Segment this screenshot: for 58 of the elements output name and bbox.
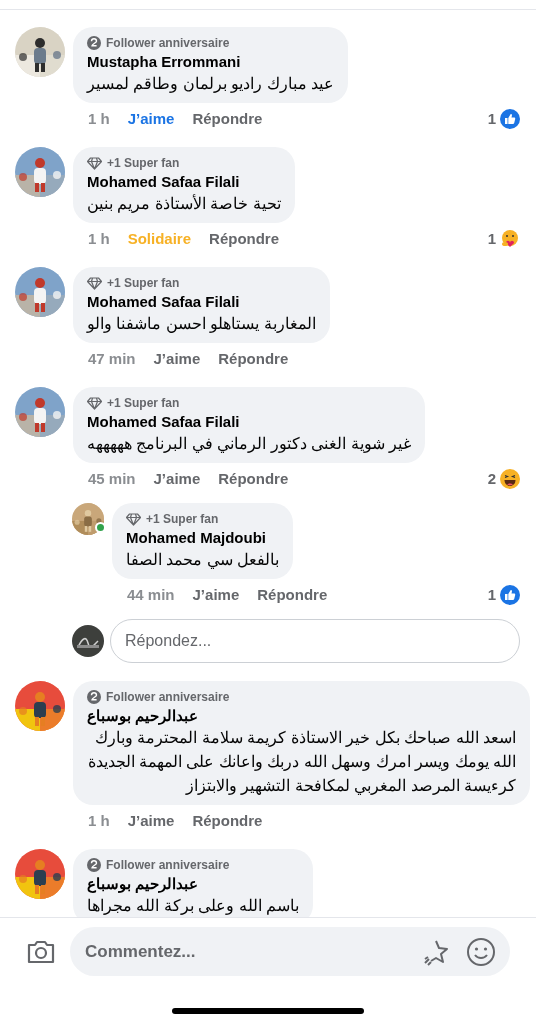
comment-text: عيد مبارك راديو برلمان وطاقم لمسير: [87, 74, 335, 95]
reply-button[interactable]: Répondre: [218, 349, 289, 369]
author-name[interactable]: Mohamed Safaa Filali: [87, 411, 240, 432]
comment-text: المغاربة يستاهلو احسن ماشفنا والو: [87, 314, 316, 335]
comment-time: 1 h: [88, 229, 110, 249]
reply-button[interactable]: Répondre: [257, 585, 328, 605]
author-name[interactable]: Mohamed Safaa Filali: [87, 171, 240, 192]
reply-button[interactable]: Répondre: [192, 109, 263, 129]
like-button[interactable]: J’aime: [127, 811, 175, 831]
laughing-emoji-icon: [500, 469, 520, 489]
badge-icon: [87, 858, 101, 872]
comment-text: باسم الله وعلى بركة الله مجراها: [87, 896, 300, 917]
hugging-emoji-icon: [500, 229, 520, 249]
like-button[interactable]: J’aime: [153, 349, 201, 369]
badge-label: +1 Super fan: [107, 155, 180, 171]
reaction-count: 1: [487, 228, 496, 249]
comment-field[interactable]: Commentez...: [70, 927, 510, 976]
badge-label: Follower anniversaire: [106, 857, 230, 873]
camera-icon[interactable]: [26, 938, 56, 965]
comment-text: اسعد الله صباحك بكل خير الاستاذة كريمة سلامة المحترمة وبارك الله يومك ويسر امرك وسهل الله دربك واعانك على المهمة الجديدة كرءيسة المرصد المغربي لمكافحة التشهير والابتزاز: [87, 728, 516, 797]
badge-label: +1 Super fan: [107, 395, 180, 411]
like-button[interactable]: J’aime: [153, 469, 201, 489]
author-name[interactable]: Mohamed Safaa Filali: [87, 291, 240, 312]
author-name[interactable]: عبدالرحيم بوسباع: [87, 705, 199, 726]
reply-button[interactable]: Répondre: [192, 811, 263, 831]
reply-button[interactable]: Répondre: [218, 469, 289, 489]
thumbs-up-icon: [500, 585, 520, 605]
diamond-icon: [87, 396, 102, 410]
comment-time: 45 min: [88, 469, 136, 489]
reply-input-field[interactable]: Répondez...: [110, 619, 520, 663]
badge-label: +1 Super fan: [146, 511, 219, 527]
diamond-icon: [87, 276, 102, 290]
author-name[interactable]: عبدالرحيم بوسباع: [87, 873, 199, 894]
emoji-icon[interactable]: [466, 936, 496, 967]
comment-time: 44 min: [127, 585, 175, 605]
author-name[interactable]: Mohamed Majdoubi: [126, 527, 266, 548]
like-button[interactable]: J’aime: [192, 585, 240, 605]
badge-icon: [87, 36, 101, 50]
like-button[interactable]: J’aime: [127, 109, 175, 129]
comment-time: 47 min: [88, 349, 136, 369]
comment-text: غير شوية الغنى دكتور الرماني في البرنامج هههههه: [87, 434, 412, 455]
badge-icon: [87, 690, 101, 704]
badge-label: +1 Super fan: [107, 275, 180, 291]
thumbs-up-icon: [500, 109, 520, 129]
author-name[interactable]: Mustapha Errommani: [87, 51, 241, 72]
comment-time: 1 h: [88, 109, 110, 129]
comment-text: بالفعل سي محمد الصفا: [126, 550, 280, 571]
reaction-count: 1: [487, 584, 496, 605]
badge-label: Follower anniversaire: [106, 689, 230, 705]
reaction-count: 2: [487, 468, 496, 489]
diamond-icon: [87, 156, 102, 170]
badge-label: Follower anniversaire: [106, 35, 230, 51]
comment-input-field[interactable]: Commentez...: [85, 938, 422, 965]
reply-button[interactable]: Répondre: [209, 229, 280, 249]
comment-text: تحية خاصة الأستاذة مريم بنين: [87, 193, 281, 215]
reaction-count: 1: [487, 108, 496, 129]
diamond-icon: [126, 512, 141, 526]
comment-time: 1 h: [88, 811, 110, 831]
